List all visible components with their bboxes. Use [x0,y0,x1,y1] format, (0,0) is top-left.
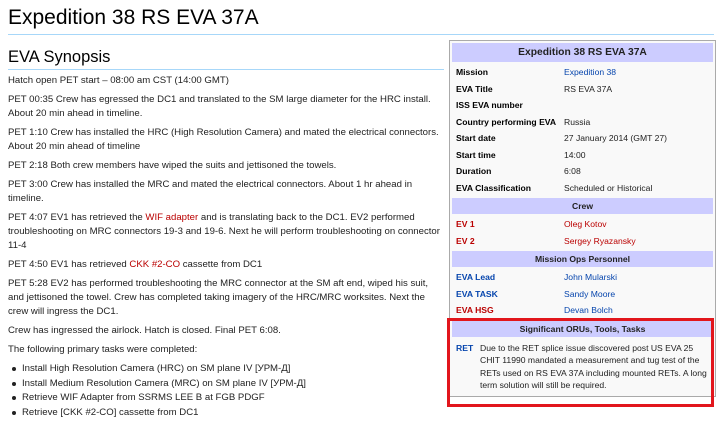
infobox-row-duration: Duration 6:08 [450,163,715,180]
synopsis-paragraph: PET 00:35 Crew has egressed the DC1 and … [8,94,431,119]
text: PET 4:50 EV1 has retrieved [8,259,130,270]
synopsis-paragraph: PET 4:50 EV1 has retrieved CKK #2-CO cas… [8,258,444,272]
infobox-label: Mission [456,67,488,77]
synopsis-paragraph: PET 3:00 Crew has installed the MRC and … [8,179,413,204]
list-item: Install Medium Resolution Camera (MRC) o… [12,377,444,392]
infobox-label: Start date [456,133,496,143]
list-item: Retrieve [CKK #2-CO] cassette from DC1 [12,406,444,421]
infobox-title: Expedition 38 RS EVA 37A [452,43,713,62]
sandy-moore-link[interactable]: Sandy Moore [564,289,615,299]
synopsis-paragraph: PET 2:18 Both crew members have wiped th… [8,160,337,171]
synopsis-paragraph: PET 4:07 EV1 has retrieved the WIF adapt… [8,211,444,253]
expedition-38-link[interactable]: Expedition 38 [564,67,616,77]
synopsis-paragraph: PET 5:28 EV2 has performed troubleshooti… [8,278,429,317]
infobox-row-start-time: Start time 14:00 [450,147,715,164]
infobox-value: 27 January 2014 (GMT 27) [564,133,668,143]
wif-adapter-link[interactable]: WIF adapter [145,212,198,223]
infobox-row-start-date: Start date 27 January 2014 (GMT 27) [450,130,715,147]
infobox-label: Country performing EVA [456,116,557,127]
infobox-row-ev1: EV 1 Oleg Kotov [450,216,715,233]
eva-hsg-label[interactable]: EVA HSG [450,302,564,319]
eva-lead-label[interactable]: EVA Lead [450,269,564,286]
infobox-value: Scheduled or Historical [564,182,653,193]
infobox-row-ev2: EV 2 Sergey Ryazansky [450,233,715,250]
synopsis-paragraph: PET 1:10 Crew has installed the HRC (Hig… [8,127,439,152]
eva-task-label[interactable]: EVA TASK [450,286,564,303]
devan-bolch-link[interactable]: Devan Bolch [564,305,613,315]
synopsis-paragraph: Hatch open PET start – 08:00 am CST (14:… [8,75,229,86]
text: PET 4:07 EV1 has retrieved the [8,212,146,223]
infobox-label: Start time [456,149,496,160]
crew-header: Crew [452,198,713,214]
infobox-row-classification: EVA Classification Scheduled or Historic… [450,180,715,197]
infobox-row-eva-task: EVA TASK Sandy Moore [450,286,715,303]
sergey-ryazansky-link[interactable]: Sergey Ryazansky [564,236,636,246]
infobox-row-country: Country performing EVA Russia [450,114,715,131]
section-title: EVA Synopsis [8,48,111,66]
synopsis-body: Hatch open PET start – 08:00 am CST (14:… [8,74,444,420]
list-item: Install High Resolution Camera (HRC) on … [12,362,444,377]
infobox-row-eva-title: EVA Title RS EVA 37A [450,81,715,98]
infobox-label: EVA Title [456,83,493,94]
page-title: Expedition 38 RS EVA 37A [8,6,259,29]
infobox-label: EVA Classification [456,182,531,193]
infobox-label: Duration [456,166,492,176]
section-divider [8,69,444,70]
synopsis-paragraph: The following primary tasks were complet… [8,344,198,355]
infobox-row-mission: Mission Expedition 38 [450,64,715,81]
list-item: Retrieve WIF Adapter from SSRMS LEE B at… [12,391,444,406]
ev2-label[interactable]: EV 2 [450,233,564,250]
infobox-row-eva-hsg: EVA HSG Devan Bolch [450,302,715,319]
oleg-kotov-link[interactable]: Oleg Kotov [564,219,607,229]
infobox-value [564,97,715,114]
synopsis-paragraph: Crew has ingressed the airlock. Hatch is… [8,325,281,336]
task-list: Install High Resolution Camera (HRC) on … [8,362,444,420]
mission-ops-header: Mission Ops Personnel [452,251,713,267]
ckk-cassette-link[interactable]: CKK #2-CO [129,259,180,270]
infobox-row-eva-lead: EVA Lead John Mularski [450,269,715,286]
infobox-row-iss-eva-number: ISS EVA number [450,97,715,114]
text: cassette from DC1 [180,259,263,270]
infobox-value: 6:08 [564,166,581,176]
infobox-value: Russia [564,116,591,127]
highlight-box [447,318,714,407]
infobox-value: RS EVA 37A [564,83,613,94]
john-mularski-link[interactable]: John Mularski [564,272,617,282]
infobox-label: ISS EVA number [456,100,523,110]
title-divider [8,34,714,35]
ev1-label[interactable]: EV 1 [450,216,564,233]
infobox-value: 14:00 [564,149,586,160]
